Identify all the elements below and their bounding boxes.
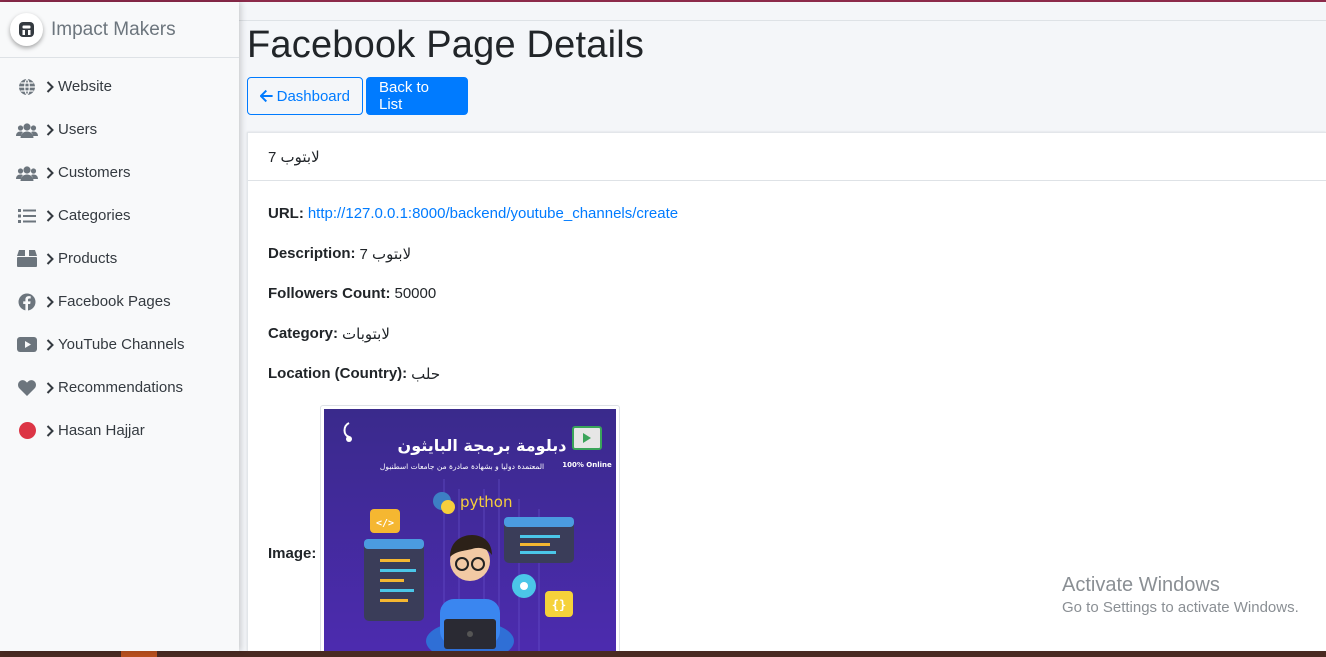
brand[interactable]: Impact Makers xyxy=(0,2,239,58)
url-label: URL: xyxy=(268,205,304,222)
user-status-dot xyxy=(16,422,38,440)
chevron-right-icon xyxy=(46,381,55,394)
main-content: Facebook Page Details Dashboard Back to … xyxy=(239,2,1326,657)
chevron-right-icon xyxy=(46,295,55,308)
image-online: 100% Online xyxy=(563,461,613,469)
watermark-subtitle: Go to Settings to activate Windows. xyxy=(1062,599,1299,616)
chevron-right-icon xyxy=(46,80,55,93)
card-header-title: 7 لابتوب xyxy=(268,148,320,166)
divider xyxy=(239,20,1326,21)
description-row: Description: 7 لابتوب xyxy=(268,245,1326,285)
image-subline: المعتمدة دوليا و بشهادة صادرة من جامعات … xyxy=(380,462,544,471)
chevron-right-icon xyxy=(46,338,55,351)
sidebar-item-customers[interactable]: Customers xyxy=(0,151,239,194)
page-image: دبلومة برمجة البايثون المعتمدة دوليا و ب… xyxy=(320,405,621,657)
sidebar-item-label: YouTube Channels xyxy=(58,336,185,353)
users-icon xyxy=(16,121,38,139)
brand-name: Impact Makers xyxy=(51,18,176,40)
sidebar-item-facebook-pages[interactable]: Facebook Pages xyxy=(0,280,239,323)
sidebar-item-website[interactable]: Website xyxy=(0,65,239,108)
sidebar-item-label: Facebook Pages xyxy=(58,293,171,310)
image-headline: دبلومة برمجة البايثون xyxy=(398,436,567,455)
back-to-list-button[interactable]: Back to List xyxy=(366,77,468,115)
windows-activation-watermark: Activate Windows Go to Settings to activ… xyxy=(1062,574,1299,616)
box-icon xyxy=(16,250,38,268)
sidebar-item-categories[interactable]: Categories xyxy=(0,194,239,237)
sidebar: Impact Makers Website Users Customers Ca… xyxy=(0,2,239,651)
followers-value: 50000 xyxy=(394,285,437,302)
heart-icon xyxy=(16,379,38,397)
svg-text:{}: {} xyxy=(552,598,566,612)
watermark-title: Activate Windows xyxy=(1062,574,1220,596)
category-value: لابتوبات xyxy=(342,326,390,343)
sidebar-item-label: Recommendations xyxy=(58,379,184,396)
chevron-right-icon xyxy=(46,123,55,136)
location-label: Location (Country): xyxy=(268,365,408,382)
sidebar-item-label: Users xyxy=(58,121,98,138)
brand-logo-icon xyxy=(10,13,43,46)
sidebar-item-label: Products xyxy=(58,250,118,267)
chevron-right-icon xyxy=(46,209,55,222)
sidebar-item-label: Hasan Hajjar xyxy=(58,422,145,439)
sidebar-nav: Website Users Customers Categories Produ… xyxy=(0,58,239,452)
image-row: Image: دبلومة برمجة البايثون المعتمدة دو… xyxy=(268,405,1326,657)
sidebar-item-label: Customers xyxy=(58,164,131,181)
list-icon xyxy=(16,207,38,225)
sidebar-item-youtube-channels[interactable]: YouTube Channels xyxy=(0,323,239,366)
category-label: Category: xyxy=(268,325,339,342)
taskbar-strip xyxy=(0,651,1326,657)
url-row: URL: http://127.0.0.1:8000/backend/youtu… xyxy=(268,205,1326,245)
sidebar-item-label: Categories xyxy=(58,207,131,224)
chevron-right-icon xyxy=(46,424,55,437)
facebook-icon xyxy=(16,293,38,311)
description-label: Description: xyxy=(268,245,356,262)
chevron-right-icon xyxy=(46,252,55,265)
sidebar-item-products[interactable]: Products xyxy=(0,237,239,280)
image-label: Image: xyxy=(268,545,317,562)
followers-label: Followers Count: xyxy=(268,285,391,302)
location-value: حلب xyxy=(411,366,441,383)
dashboard-button-label: Dashboard xyxy=(276,87,350,105)
url-link[interactable]: http://127.0.0.1:8000/backend/youtube_ch… xyxy=(308,205,678,222)
svg-text:</>: </> xyxy=(376,518,394,529)
chevron-right-icon xyxy=(46,166,55,179)
sidebar-item-user-profile[interactable]: Hasan Hajjar xyxy=(0,409,239,452)
globe-icon xyxy=(16,78,38,96)
sidebar-item-label: Website xyxy=(58,78,112,95)
followers-row: Followers Count: 50000 xyxy=(268,285,1326,325)
image-python-word: python xyxy=(460,493,512,511)
card-header: 7 لابتوب xyxy=(248,133,1326,181)
dashboard-button[interactable]: Dashboard xyxy=(247,77,363,115)
arrow-left-icon xyxy=(260,89,273,103)
page-title: Facebook Page Details xyxy=(247,24,645,66)
sidebar-item-recommendations[interactable]: Recommendations xyxy=(0,366,239,409)
sidebar-item-users[interactable]: Users xyxy=(0,108,239,151)
description-value: 7 لابتوب xyxy=(359,246,412,263)
back-to-list-label: Back to List xyxy=(379,79,430,113)
youtube-icon xyxy=(16,336,38,354)
location-row: Location (Country): حلب xyxy=(268,365,1326,405)
category-row: Category: لابتوبات xyxy=(268,325,1326,365)
users-icon xyxy=(16,164,38,182)
